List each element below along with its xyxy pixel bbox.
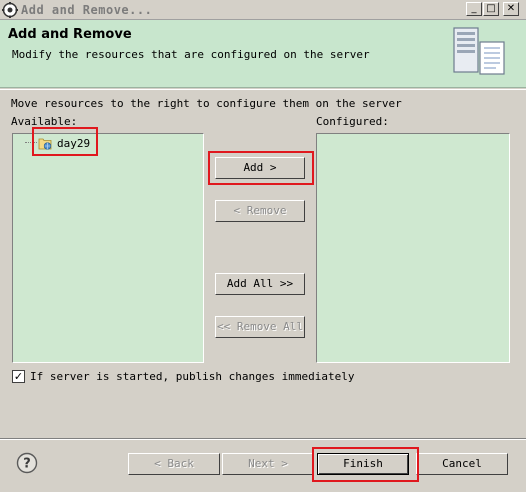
available-list[interactable] <box>12 133 204 363</box>
tree-connector <box>25 142 37 143</box>
page-title: Add and Remove <box>8 27 132 42</box>
remove-button[interactable]: < Remove <box>215 200 305 222</box>
publish-checkbox[interactable]: ✓ <box>12 370 25 383</box>
page-description: Modify the resources that are configured… <box>12 48 370 61</box>
cancel-button[interactable]: Cancel <box>416 453 508 475</box>
available-label: Available: <box>11 115 78 128</box>
add-all-button[interactable]: Add All >> <box>215 273 305 295</box>
remove-all-button[interactable]: << Remove All <box>215 316 305 338</box>
help-icon[interactable]: ? <box>16 452 38 474</box>
next-button[interactable]: Next > <box>222 453 314 475</box>
footer-divider <box>0 438 526 440</box>
close-button[interactable]: ✕ <box>503 2 519 16</box>
window-title: Add and Remove... <box>21 3 153 17</box>
publish-checkbox-label[interactable]: If server is started, publish changes im… <box>30 370 355 383</box>
maximize-button[interactable]: □ <box>483 2 499 16</box>
instruction-text: Move resources to the right to configure… <box>11 97 402 110</box>
web-project-icon[interactable] <box>38 136 52 150</box>
app-gear-icon <box>2 2 18 18</box>
add-button[interactable]: Add > <box>215 157 305 179</box>
back-button[interactable]: < Back <box>128 453 220 475</box>
finish-button[interactable]: Finish <box>317 453 409 475</box>
minimize-button[interactable]: _ <box>466 2 482 16</box>
available-item-day29[interactable]: day29 <box>57 137 90 150</box>
header-divider <box>0 89 526 90</box>
svg-text:?: ? <box>23 457 31 472</box>
server-icon <box>453 27 505 75</box>
configured-list[interactable] <box>316 133 510 363</box>
configured-label: Configured: <box>316 115 389 128</box>
